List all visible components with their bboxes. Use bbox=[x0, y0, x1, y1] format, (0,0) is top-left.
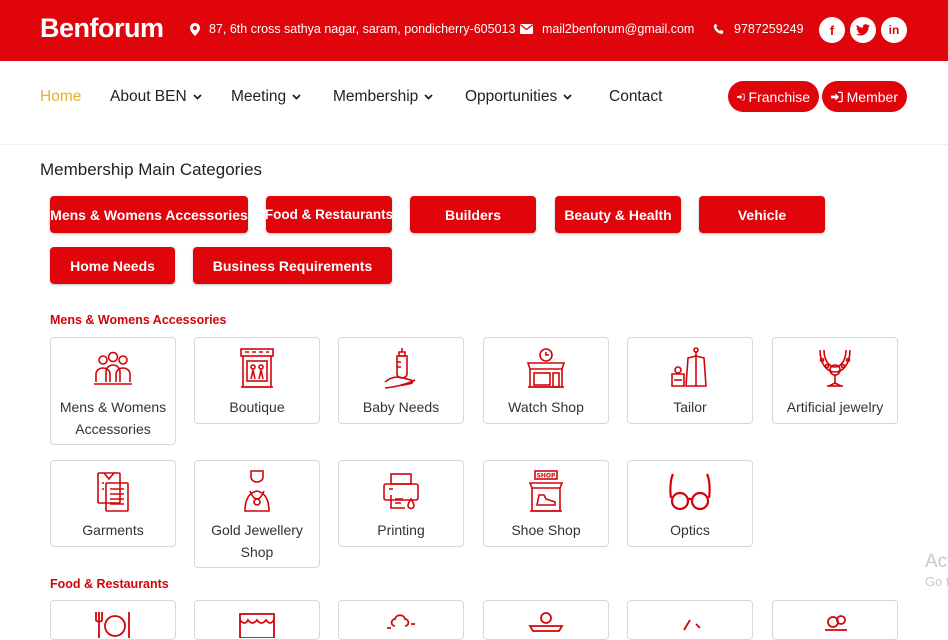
category-home-needs[interactable]: Home Needs bbox=[50, 247, 175, 284]
franchise-button[interactable]: Franchise bbox=[728, 81, 819, 112]
location-pin-icon bbox=[190, 22, 200, 36]
franchise-label: Franchise bbox=[748, 88, 810, 105]
category-builders[interactable]: Builders bbox=[410, 196, 536, 233]
card-label: Baby Needs bbox=[362, 399, 440, 415]
card-watch-shop[interactable]: Watch Shop bbox=[483, 337, 609, 424]
watermark-line2: Go t bbox=[925, 574, 948, 589]
twitter-bird-icon bbox=[856, 24, 870, 36]
tailor-icon bbox=[668, 346, 712, 390]
restaurant-icon bbox=[91, 607, 135, 639]
sign-in-icon bbox=[831, 91, 843, 102]
card-optics[interactable]: Optics bbox=[627, 460, 753, 547]
glasses-icon bbox=[668, 469, 712, 513]
nav-meeting[interactable]: Meeting bbox=[231, 88, 301, 106]
category-food[interactable]: Food & Restaurants bbox=[265, 196, 393, 233]
card-shoe-shop[interactable]: SHOP Shoe Shop bbox=[483, 460, 609, 547]
food-stall-icon bbox=[524, 607, 568, 639]
card-label: Gold Jewellery Shop bbox=[211, 522, 303, 560]
nav-membership-label: Membership bbox=[333, 88, 419, 105]
card-partial[interactable] bbox=[50, 600, 176, 640]
nav-home-label: Home bbox=[40, 88, 82, 105]
card-partial[interactable] bbox=[627, 600, 753, 640]
card-artificial-jewelry[interactable]: Artificial jewelry bbox=[772, 337, 898, 424]
card-label: Boutique bbox=[229, 399, 285, 415]
nav-membership[interactable]: Membership bbox=[333, 88, 433, 106]
email-info[interactable]: mail2benforum@gmail.com bbox=[520, 22, 694, 36]
nav-meeting-label: Meeting bbox=[231, 88, 287, 105]
brand-logo[interactable]: Benforum bbox=[40, 13, 164, 44]
sign-in-icon bbox=[737, 93, 745, 100]
section-heading-accessories: Mens & Womens Accessories bbox=[50, 313, 227, 327]
card-tailor[interactable]: Tailor bbox=[627, 337, 753, 424]
address-info: 87, 6th cross sathya nagar, saram, pondi… bbox=[190, 22, 515, 36]
top-bar: Benforum 87, 6th cross sathya nagar, sar… bbox=[0, 0, 948, 61]
card-mens-womens[interactable]: Mens & Womens Accessories bbox=[50, 337, 176, 445]
section-heading-food: Food & Restaurants bbox=[50, 577, 169, 591]
phone-icon bbox=[713, 23, 724, 34]
bakery-icon bbox=[813, 607, 857, 639]
phone-text: 9787259249 bbox=[734, 22, 804, 36]
category-beauty-health[interactable]: Beauty & Health bbox=[555, 196, 681, 233]
email-text: mail2benforum@gmail.com bbox=[542, 22, 695, 36]
card-printing[interactable]: Printing bbox=[338, 460, 464, 547]
nav-home[interactable]: Home bbox=[40, 88, 81, 106]
card-label: Optics bbox=[670, 522, 710, 538]
card-baby-needs[interactable]: Baby Needs bbox=[338, 337, 464, 424]
linkedin-icon[interactable]: in bbox=[881, 17, 907, 43]
card-label: Garments bbox=[82, 522, 144, 538]
card-label: Artificial jewelry bbox=[786, 399, 884, 415]
card-garments[interactable]: Garments bbox=[50, 460, 176, 547]
drink-icon bbox=[668, 607, 712, 639]
address-text: 87, 6th cross sathya nagar, saram, pondi… bbox=[209, 22, 516, 36]
card-partial[interactable] bbox=[483, 600, 609, 640]
main-navigation: Home About BEN Meeting Membership Opport… bbox=[0, 61, 948, 145]
watermark-line1: Act bbox=[925, 551, 948, 572]
page-title: Membership Main Categories bbox=[40, 160, 263, 179]
garments-icon bbox=[91, 469, 135, 513]
category-vehicle[interactable]: Vehicle bbox=[699, 196, 825, 233]
jewellery-bust-icon bbox=[235, 469, 279, 513]
category-business-requirements[interactable]: Business Requirements bbox=[193, 247, 392, 284]
chevron-down-icon bbox=[193, 94, 202, 100]
member-button[interactable]: Member bbox=[822, 81, 907, 112]
baby-bottle-icon bbox=[379, 346, 423, 390]
envelope-icon bbox=[520, 24, 533, 34]
necklace-icon bbox=[813, 346, 857, 390]
facebook-icon[interactable]: f bbox=[819, 17, 845, 43]
card-label: Tailor bbox=[673, 399, 707, 415]
nav-opportunities-label: Opportunities bbox=[465, 88, 558, 105]
boutique-icon bbox=[235, 346, 279, 390]
nav-contact[interactable]: Contact bbox=[609, 88, 662, 106]
nav-contact-label: Contact bbox=[609, 88, 663, 105]
card-partial[interactable] bbox=[338, 600, 464, 640]
chevron-down-icon bbox=[292, 94, 301, 100]
people-icon bbox=[91, 346, 135, 390]
twitter-icon[interactable] bbox=[850, 17, 876, 43]
shop-awning-icon bbox=[235, 607, 279, 639]
card-label: Shoe Shop bbox=[511, 522, 581, 538]
card-label: Watch Shop bbox=[508, 399, 584, 415]
chevron-down-icon bbox=[563, 94, 572, 100]
watch-shop-icon bbox=[524, 346, 568, 390]
card-label: Printing bbox=[377, 522, 425, 538]
chevron-down-icon bbox=[424, 94, 433, 100]
member-label: Member bbox=[846, 88, 898, 105]
svg-text:SHOP: SHOP bbox=[537, 473, 556, 480]
activation-watermark: Act Go t bbox=[925, 552, 948, 592]
nav-about-label: About BEN bbox=[110, 88, 187, 105]
phone-info[interactable]: 9787259249 bbox=[713, 22, 804, 36]
card-gold-jewellery[interactable]: Gold Jewellery Shop bbox=[194, 460, 320, 568]
nav-opportunities[interactable]: Opportunities bbox=[465, 88, 572, 106]
chef-icon bbox=[379, 607, 423, 639]
category-mens-womens[interactable]: Mens & Womens Accessories bbox=[50, 196, 248, 233]
card-boutique[interactable]: Boutique bbox=[194, 337, 320, 424]
shoe-shop-icon: SHOP bbox=[524, 469, 568, 513]
card-partial[interactable] bbox=[194, 600, 320, 640]
printer-icon bbox=[379, 469, 423, 513]
card-label: Mens & Womens Accessories bbox=[59, 399, 167, 437]
nav-about[interactable]: About BEN bbox=[110, 88, 202, 106]
card-partial[interactable] bbox=[772, 600, 898, 640]
